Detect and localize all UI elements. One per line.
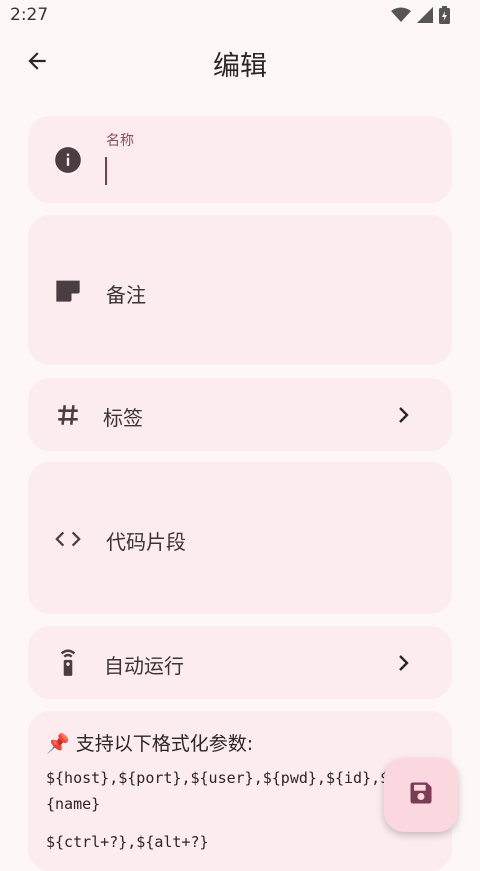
name-field[interactable]: 名称 [28,116,452,203]
app-bar: 编辑 [0,32,480,92]
save-button[interactable] [384,758,458,832]
params-line-1: ${host},${port},${user},${pwd},${id},$ [46,769,390,787]
save-icon [407,779,435,811]
battery-icon [439,6,450,28]
chevron-right-icon [394,405,414,425]
info-icon [54,146,82,174]
text-cursor [105,157,107,185]
autorun-label: 自动运行 [104,654,184,678]
snippet-field[interactable]: 代码片段 [28,462,452,614]
wifi-icon [391,7,411,27]
tags-row[interactable]: 标签 [28,378,452,451]
status-icons [391,6,450,28]
code-icon [54,525,82,553]
autorun-row[interactable]: 自动运行 [28,626,452,699]
snippet-field-label: 代码片段 [106,530,186,554]
format-params-title: 📌 支持以下格式化参数: [46,729,253,756]
tags-label: 标签 [103,406,143,430]
name-field-label: 名称 [106,133,134,149]
note-field-label: 备注 [106,283,146,307]
pin-icon: 📌 [46,733,70,755]
status-bar: 2:27 [0,0,480,32]
page-title: 编辑 [213,51,267,82]
signal-icon [417,7,433,27]
remote-icon [54,648,82,676]
note-icon [54,276,82,304]
format-params-title-text: 支持以下格式化参数: [75,733,254,755]
chevron-right-icon [394,653,414,673]
hash-icon [54,401,82,429]
status-time: 2:27 [10,5,49,25]
note-field[interactable]: 备注 [28,215,452,365]
params-line-3: ${ctrl+?},${alt+?} [46,833,209,851]
params-line-2: {name} [46,795,101,813]
